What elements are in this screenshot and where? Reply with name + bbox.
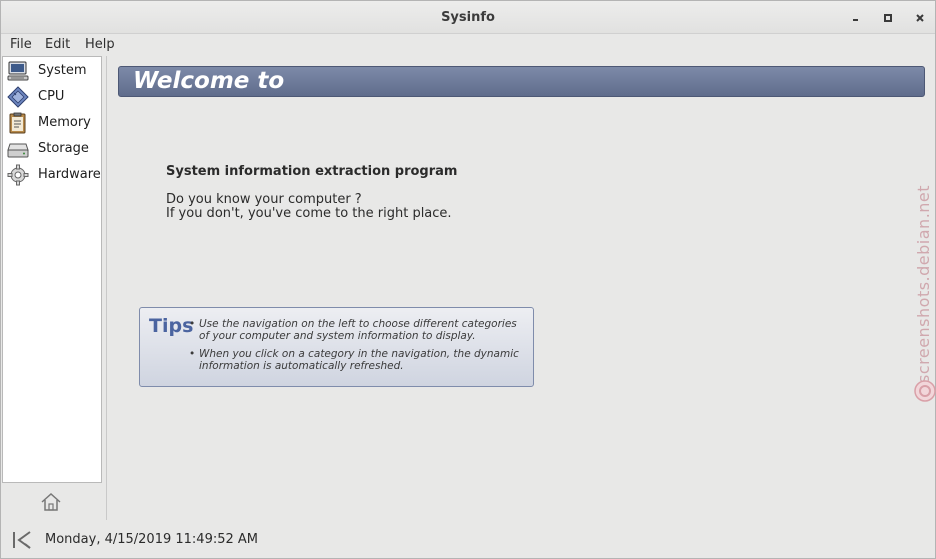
sidebar-item-label: System [38,63,87,78]
close-button[interactable] [912,10,928,26]
sidebar-item-storage[interactable]: Storage [3,136,101,162]
gear-icon [7,164,29,186]
sidebar-item-label: Memory [38,115,91,130]
banner-title: Welcome to [133,68,285,94]
menu-edit[interactable]: Edit [45,37,70,52]
sidebar-item-label: Hardware [38,167,101,182]
tips-heading: Tips [149,315,194,337]
app-window: Sysinfo File Edit Help System CPU Memory… [0,0,936,559]
computer-icon [7,60,29,82]
home-button[interactable] [39,491,63,513]
minimize-icon [848,16,864,29]
app-logo-icon [11,530,33,550]
tip-item: • Use the navigation on the left to choo… [189,318,517,342]
sidebar-item-label: Storage [38,141,89,156]
tip-text: When you click on a category in the navi… [199,348,519,372]
cpu-chip-icon [7,86,29,108]
home-icon [39,492,63,517]
tip-text: Use the navigation on the left to choose… [199,318,517,342]
intro-line: Do you know your computer ? [166,192,362,207]
watermark-text: screenshots.debian.net [914,184,933,383]
menu-file[interactable]: File [10,37,32,52]
tip-item: • When you click on a category in the na… [189,348,519,372]
status-datetime: Monday, 4/15/2019 11:49:52 AM [45,532,259,547]
sidebar-item-system[interactable]: System [3,58,101,84]
sidebar-item-memory[interactable]: Memory [3,110,101,136]
status-bar: Monday, 4/15/2019 11:49:52 AM [1,521,935,558]
close-icon [912,14,928,29]
hard-drive-icon [7,138,29,160]
intro-title: System information extraction program [166,164,458,179]
watermark: screenshots.debian.net [913,166,936,406]
sidebar-divider[interactable] [106,56,107,520]
intro-line: If you don't, you've come to the right p… [166,206,452,221]
memory-clipboard-icon [7,112,29,134]
sidebar-navigation: System CPU Memory Storage Hardware [2,56,102,483]
window-title: Sysinfo [441,10,495,25]
menu-help[interactable]: Help [85,37,115,52]
maximize-icon [880,14,896,29]
debian-logo-icon [913,378,936,408]
maximize-button[interactable] [880,10,896,26]
tips-box: Tips • Use the navigation on the left to… [139,307,534,387]
minimize-button[interactable] [848,10,864,26]
welcome-banner: Welcome to [118,66,925,97]
sidebar-item-label: CPU [38,89,65,104]
title-bar[interactable]: Sysinfo [1,1,935,34]
sidebar-item-hardware[interactable]: Hardware [3,162,101,188]
menu-bar: File Edit Help [1,34,935,55]
sidebar-item-cpu[interactable]: CPU [3,84,101,110]
